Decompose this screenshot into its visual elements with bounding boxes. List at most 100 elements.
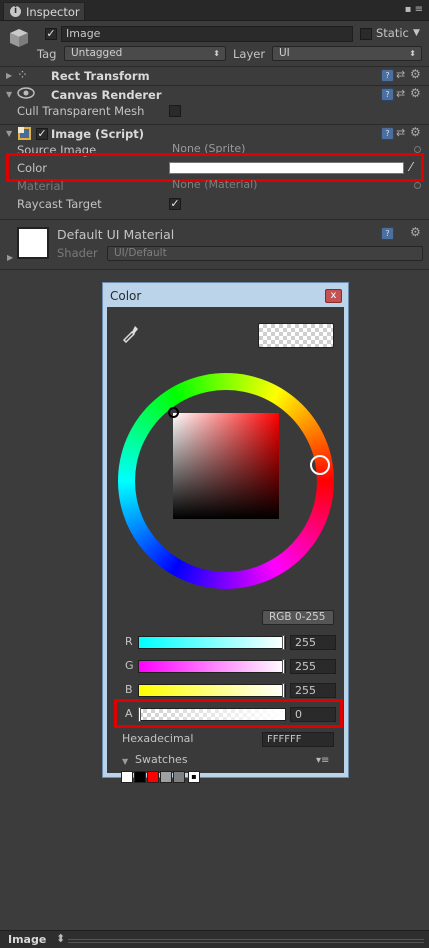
canvas-renderer-header[interactable]: ▼ Canvas Renderer ? ⇄ ⚙ [0,85,429,104]
help-icon[interactable]: ? [381,88,394,101]
close-button[interactable]: x [325,289,342,303]
swatches-row: ▪ [121,771,221,783]
foldout-right-icon[interactable]: ▶ [6,71,12,80]
gear-icon[interactable]: ⚙ [410,126,422,138]
swatch[interactable] [160,771,172,783]
inspector-tab-bar: i Inspector ▪ ≡ [0,0,429,21]
swatch[interactable] [147,771,159,783]
eyedropper-icon[interactable] [121,323,139,346]
hexadecimal-field[interactable]: FFFFFF [262,732,334,747]
gameobject-icon [8,27,30,49]
slider-handle[interactable] [282,659,285,674]
swatch[interactable] [134,771,146,783]
status-bar: Image ⬍ [0,930,429,948]
object-picker-icon[interactable] [414,182,421,189]
value-field-r[interactable]: 255 [290,635,336,650]
status-dropdown-icon[interactable]: ⬍ [56,932,65,945]
swatches-label: Swatches [135,753,188,766]
add-swatch-icon[interactable]: ▪ [188,771,200,783]
material-field[interactable]: None (Material) [168,178,408,194]
material-name: Default UI Material [57,227,175,242]
static-label: Static [376,26,409,40]
saturation-value-square[interactable] [173,413,279,519]
raycast-target-label: Raycast Target [17,197,102,211]
swatch[interactable] [121,771,133,783]
shader-label: Shader [57,246,98,260]
component-icons: ? ⇄ ⚙ [381,126,423,141]
tag-label: Tag [37,47,57,61]
help-icon[interactable]: ? [381,227,394,240]
material-preview [17,227,49,259]
gear-icon[interactable]: ⚙ [410,87,422,99]
help-icon[interactable]: ? [381,127,394,140]
slider-handle[interactable] [282,683,285,698]
component-icons: ? ⚙ [381,226,423,241]
resize-handle[interactable] [68,939,424,943]
object-name-field[interactable]: Image [61,26,353,42]
alpha-highlight-box [114,699,343,728]
preset-icon[interactable]: ⇄ [396,88,407,99]
hexadecimal-label: Hexadecimal [122,732,194,745]
color-preview [258,323,334,348]
cull-transparent-mesh-checkbox[interactable] [169,105,181,117]
rect-transform-title: Rect Transform [51,69,150,83]
hue-handle[interactable] [310,455,330,475]
dropdown-arrow-icon: ⬍ [213,49,220,58]
slider-g[interactable] [138,659,286,674]
rect-transform-icon: ⁘ [17,68,28,83]
preset-icon[interactable]: ⇄ [396,69,407,80]
swatch[interactable] [173,771,185,783]
slider-label-r: R [125,635,133,648]
slider-label-b: B [125,683,133,696]
image-script-title: Image (Script) [51,127,145,141]
layer-dropdown[interactable]: UI ⬍ [272,46,422,61]
foldout-down-icon[interactable]: ▼ [6,90,12,99]
slider-handle[interactable] [282,635,285,650]
layer-label: Layer [233,47,266,61]
gear-icon[interactable]: ⚙ [410,68,422,80]
object-picker-icon[interactable] [414,146,421,153]
foldout-right-icon[interactable]: ▶ [7,253,13,262]
tab-inspector-label: Inspector [26,5,80,19]
rect-transform-header[interactable]: ▶ ⁘ Rect Transform ? ⇄ ⚙ [0,66,429,85]
tag-dropdown[interactable]: Untagged ⬍ [64,46,226,61]
shader-dropdown[interactable]: UI/Default [107,246,423,261]
dropdown-arrow-icon: ⬍ [409,49,416,58]
sv-handle[interactable] [168,407,179,418]
foldout-down-icon[interactable]: ▼ [122,757,128,766]
component-icons: ? ⇄ ⚙ [381,87,423,102]
preset-icon[interactable]: ⇄ [396,127,407,138]
static-checkbox[interactable] [360,28,372,40]
color-picker-body: RGB 0-255 R 255 G 255 B 255 A 0 Hexadeci… [107,307,344,783]
color-mode-dropdown[interactable]: RGB 0-255 [262,610,334,625]
slider-label-g: G [125,659,134,672]
slider-b[interactable] [138,683,286,698]
swatches-menu-icon[interactable]: ▾≡ [316,755,329,766]
lock-and-menu-icon[interactable]: ▪ ≡ [405,4,423,15]
gear-icon[interactable]: ⚙ [410,226,422,238]
foldout-down-icon[interactable]: ▼ [6,129,12,138]
cull-transparent-mesh-label: Cull Transparent Mesh [17,104,145,118]
color-picker-title: Color [110,289,142,303]
image-enabled-checkbox[interactable]: ✓ [36,128,48,140]
static-dropdown-icon[interactable]: ▼ [413,28,420,38]
close-icon: x [330,290,337,301]
component-icons: ? ⇄ ⚙ [381,68,423,83]
tab-inspector[interactable]: i Inspector [3,2,85,20]
value-field-b[interactable]: 255 [290,683,336,698]
color-mode-value: RGB 0-255 [269,611,326,623]
raycast-target-checkbox[interactable]: ✓ [169,198,181,210]
value-field-g[interactable]: 255 [290,659,336,674]
material-section: ▶ Default UI Material Shader UI/Default … [0,219,429,270]
image-component-icon [18,127,31,140]
image-script-header[interactable]: ▼ ✓ Image (Script) ? ⇄ ⚙ [0,124,429,143]
active-checkbox[interactable]: ✓ [45,28,57,40]
slider-r[interactable] [138,635,286,650]
color-picker-window: Color x RGB 0-255 R 255 G 255 B 255 A 0 … [102,282,349,783]
eye-icon [17,86,35,103]
info-icon: i [10,6,21,17]
help-icon[interactable]: ? [381,69,394,82]
tag-value: Untagged [71,47,123,59]
material-label: Material [17,179,64,193]
layer-value: UI [279,47,290,59]
